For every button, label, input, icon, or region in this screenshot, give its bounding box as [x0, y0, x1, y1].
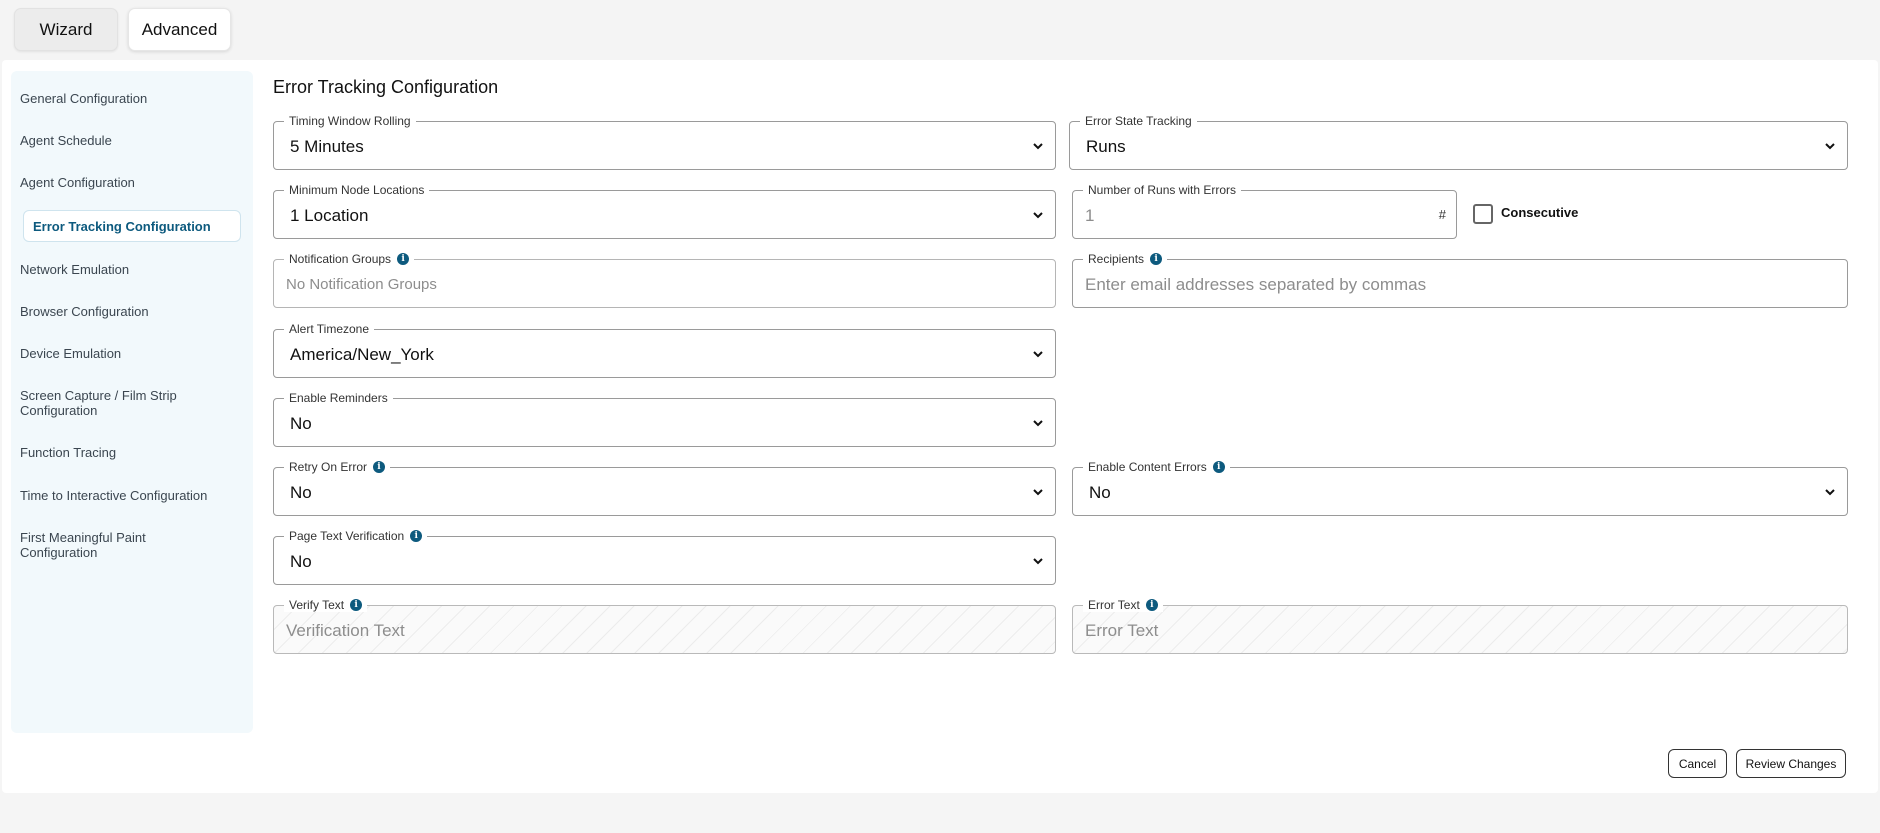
field-label: Notification Groups i — [284, 252, 415, 266]
chevron-down-icon — [1825, 143, 1835, 150]
field-label: Retry On Error i — [284, 460, 391, 474]
input-placeholder: Enter email addresses separated by comma… — [1085, 275, 1427, 294]
minimum-node-locations-select[interactable]: Minimum Node Locations 1 Location — [273, 183, 1056, 239]
input-placeholder: Verification Text — [286, 621, 405, 640]
number-of-runs-input[interactable]: Number of Runs with Errors 1 # — [1072, 183, 1457, 239]
field-label: Error State Tracking — [1080, 114, 1197, 128]
input-placeholder: 1 — [1085, 206, 1095, 225]
chevron-down-icon — [1033, 143, 1043, 150]
info-icon[interactable]: i — [397, 253, 410, 265]
sidebar-item-time-to-interactive[interactable]: Time to Interactive Configuration — [20, 488, 220, 503]
info-icon[interactable]: i — [1145, 599, 1158, 611]
info-icon[interactable]: i — [373, 461, 386, 473]
select-value: No — [290, 414, 312, 433]
input-placeholder: Error Text — [1085, 621, 1159, 640]
sidebar-item-network-emulation[interactable]: Network Emulation — [20, 262, 220, 277]
top-bar: Wizard Advanced — [0, 0, 1880, 60]
select-value: No — [290, 552, 312, 571]
notification-groups-field[interactable]: Notification Groups i No Notification Gro… — [273, 252, 1056, 308]
sidebar-item-error-tracking-configuration[interactable]: Error Tracking Configuration — [23, 210, 241, 242]
recipients-input[interactable]: Recipients i Enter email addresses separa… — [1072, 252, 1848, 308]
select-value: 1 Location — [290, 206, 369, 225]
select-value: 5 Minutes — [290, 137, 364, 156]
consecutive-checkbox[interactable] — [1473, 204, 1493, 224]
field-label: Minimum Node Locations — [284, 183, 430, 197]
sidebar-item-screen-capture[interactable]: Screen Capture / Film Strip Configuratio… — [20, 388, 200, 418]
page-title: Error Tracking Configuration — [273, 77, 499, 97]
alert-timezone-select[interactable]: Alert Timezone America/New_York — [273, 322, 1056, 378]
info-icon[interactable]: i — [1212, 461, 1225, 473]
verify-text-input[interactable]: Verify Text i Verification Text — [273, 598, 1056, 654]
review-changes-button[interactable]: Review Changes — [1736, 749, 1846, 778]
field-label: Error Text i — [1083, 598, 1163, 612]
info-icon[interactable]: i — [1150, 253, 1163, 265]
field-label: Number of Runs with Errors — [1083, 183, 1242, 197]
chevron-down-icon — [1033, 489, 1043, 496]
retry-on-error-select[interactable]: Retry On Error i No — [273, 460, 1056, 516]
timing-window-select[interactable]: Timing Window Rolling 5 Minutes — [273, 114, 1056, 170]
enable-reminders-select[interactable]: Enable Reminders No — [273, 391, 1056, 447]
field-label: Timing Window Rolling — [284, 114, 416, 128]
field-label: Enable Reminders — [284, 391, 393, 405]
field-label: Alert Timezone — [284, 322, 375, 336]
cancel-button[interactable]: Cancel — [1668, 749, 1727, 778]
info-icon[interactable]: i — [410, 530, 423, 542]
sidebar-item-device-emulation[interactable]: Device Emulation — [20, 346, 220, 361]
chevron-down-icon — [1033, 212, 1043, 219]
chevron-down-icon — [1825, 489, 1835, 496]
sidebar-item-browser-configuration[interactable]: Browser Configuration — [20, 304, 220, 319]
select-value: Runs — [1086, 137, 1126, 156]
number-suffix: # — [1438, 207, 1446, 222]
consecutive-label[interactable]: Consecutive — [1501, 205, 1578, 220]
select-value: No — [1089, 483, 1111, 502]
field-label: Verify Text i — [284, 598, 368, 612]
sidebar-item-agent-configuration[interactable]: Agent Configuration — [20, 175, 220, 190]
field-label: Recipients i — [1083, 252, 1168, 266]
advanced-mode-button[interactable]: Advanced — [128, 8, 231, 51]
field-label: Enable Content Errors i — [1083, 460, 1230, 474]
select-value: No — [290, 483, 312, 502]
page-text-verification-select[interactable]: Page Text Verification i No — [273, 529, 1056, 585]
wizard-mode-button[interactable]: Wizard — [14, 8, 118, 51]
enable-content-errors-select[interactable]: Enable Content Errors i No — [1072, 460, 1848, 516]
chevron-down-icon — [1033, 420, 1043, 427]
field-label: Page Text Verification i — [284, 529, 428, 543]
error-state-tracking-select[interactable]: Error State Tracking Runs — [1069, 114, 1848, 170]
error-text-input[interactable]: Error Text i Error Text — [1072, 598, 1848, 654]
sidebar-item-first-meaningful-paint[interactable]: First Meaningful Paint Configuration — [20, 530, 190, 560]
info-icon[interactable]: i — [350, 599, 363, 611]
select-value: America/New_York — [290, 345, 434, 364]
sidebar-item-agent-schedule[interactable]: Agent Schedule — [20, 133, 220, 148]
sidebar-item-function-tracing[interactable]: Function Tracing — [20, 445, 220, 460]
sidebar-item-general-configuration[interactable]: General Configuration — [20, 91, 220, 106]
chevron-down-icon — [1033, 558, 1043, 565]
chevron-down-icon — [1033, 351, 1043, 358]
input-placeholder: No Notification Groups — [286, 276, 437, 293]
